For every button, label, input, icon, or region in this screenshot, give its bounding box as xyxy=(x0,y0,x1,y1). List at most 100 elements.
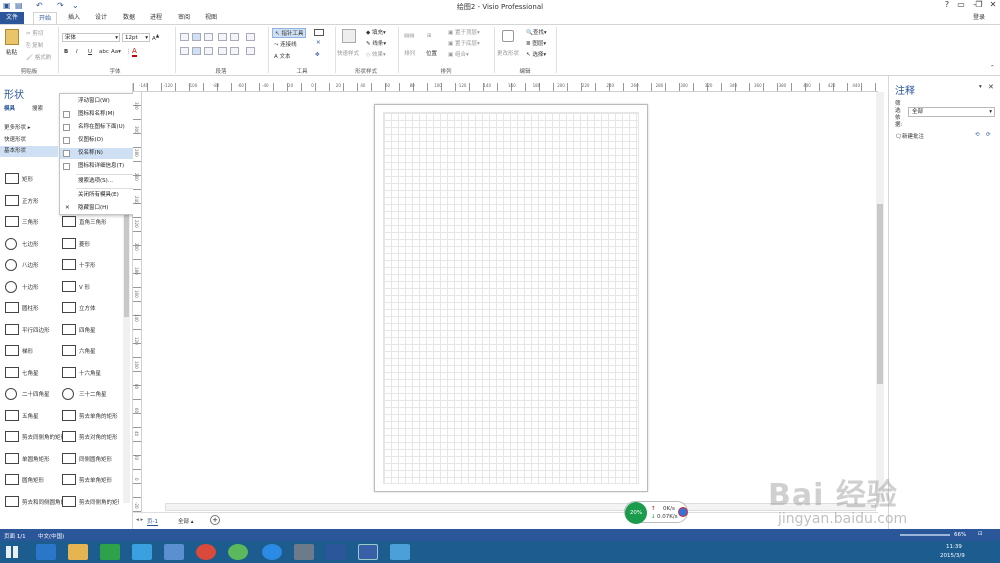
shape-icon[interactable] xyxy=(5,302,19,313)
quick-styles-button[interactable]: 快速样式 xyxy=(337,49,359,57)
justify-icon[interactable] xyxy=(218,47,227,55)
shape-icon[interactable] xyxy=(62,259,76,270)
menu-item-icon-only[interactable]: 仅图标(O) xyxy=(60,135,142,146)
effects-button[interactable]: ◇ 效果▾ xyxy=(366,50,386,58)
text-tool-button[interactable]: A 文本 xyxy=(274,52,291,60)
menu-item-name-only[interactable]: 仅名称(N) xyxy=(60,148,142,159)
increase-indent-icon[interactable] xyxy=(230,33,239,41)
menu-item-hide-window[interactable]: ✕ 隐藏窗口(H) xyxy=(60,203,142,214)
connector-button[interactable]: ⤳ 连接线 xyxy=(274,40,297,49)
tab-file[interactable]: 文件 xyxy=(0,12,24,24)
start-button-icon[interactable] xyxy=(6,546,18,558)
shape-label[interactable]: 直角三角形 xyxy=(79,218,119,226)
shape-icon[interactable] xyxy=(5,323,19,335)
align-center-icon[interactable] xyxy=(192,47,201,55)
shape-icon[interactable] xyxy=(5,474,19,485)
menu-item-search-options[interactable]: 搜索选项(S)... xyxy=(60,176,142,187)
tab-view[interactable]: 视图 xyxy=(199,12,223,24)
word-icon[interactable] xyxy=(326,544,346,560)
help-button[interactable]: ? xyxy=(940,0,954,9)
shape-icon[interactable] xyxy=(5,366,19,378)
shape-label[interactable]: 四角星 xyxy=(79,326,119,334)
group-button[interactable]: ▣ 组合▾ xyxy=(448,50,469,58)
tab-search[interactable]: 搜索 xyxy=(32,104,43,112)
paste-button[interactable]: 粘贴 xyxy=(6,48,17,56)
new-comment-button[interactable]: 🗨新建批注 xyxy=(895,132,924,140)
login-link[interactable]: 登录 xyxy=(966,12,992,24)
change-shape-icon[interactable] xyxy=(502,30,514,42)
shape-icon[interactable] xyxy=(62,280,76,292)
layers-button[interactable]: ≣ 图层▾ xyxy=(526,39,546,47)
shape-label[interactable]: 圆柱形 xyxy=(22,304,62,312)
position-button[interactable]: 位置 xyxy=(426,49,437,57)
clock-date[interactable]: 2015/3/9 xyxy=(940,553,965,559)
align-right-icon[interactable] xyxy=(204,47,213,55)
clock-time[interactable]: 11:39 xyxy=(946,544,962,550)
align-button[interactable]: 排列 xyxy=(404,49,415,57)
shape-label[interactable]: 剪去单角矩形 xyxy=(79,476,119,484)
shape-label[interactable]: 菱形 xyxy=(79,240,119,248)
pane-options-icon[interactable]: ▾ xyxy=(979,84,982,90)
shape-label[interactable]: 剪去同侧角的矩形 xyxy=(22,433,62,441)
decrease-indent-icon[interactable] xyxy=(218,33,227,41)
shape-icon[interactable] xyxy=(62,495,76,507)
shape-label[interactable]: 剪去和同侧圆角的矩形 xyxy=(22,498,62,506)
font-name-dropdown[interactable]: 宋体 ▾ xyxy=(62,33,120,42)
shape-icon[interactable] xyxy=(5,173,19,184)
shape-label[interactable]: 单圆角矩形 xyxy=(22,455,62,463)
strikethrough-icon[interactable]: abc xyxy=(99,49,109,55)
shape-icon[interactable] xyxy=(5,280,17,293)
basic-shapes-link[interactable]: 基本形状 xyxy=(0,146,58,157)
scroll-pages-icon[interactable]: ◂ ▸ xyxy=(136,517,143,523)
zoom-slider[interactable] xyxy=(900,534,950,536)
change-shape-button[interactable]: 更改形状 xyxy=(497,49,519,57)
shape-icon[interactable] xyxy=(5,259,17,271)
all-pages-button[interactable]: 全部 ▴ xyxy=(178,517,194,525)
shape-icon[interactable] xyxy=(62,452,76,464)
tab-stencils[interactable]: 模具 xyxy=(4,104,15,112)
shape-label[interactable]: 同侧圆角矩形 xyxy=(79,455,119,463)
vertical-scrollbar[interactable] xyxy=(876,92,884,502)
more-shapes-link[interactable]: 更多形状 ▸ xyxy=(4,123,31,131)
fill-button[interactable]: ◆ 填充▾ xyxy=(366,28,386,36)
shape-icon[interactable] xyxy=(62,302,76,313)
tab-insert[interactable]: 插入 xyxy=(62,12,86,24)
shapes-scrollbar[interactable] xyxy=(123,179,130,503)
shape-label[interactable]: 矩形 xyxy=(22,175,62,183)
shape-label[interactable]: 十字形 xyxy=(79,261,119,269)
ribbon-options-icon[interactable]: ▭ xyxy=(954,0,968,9)
store-icon[interactable] xyxy=(100,544,120,560)
align-bottom-icon[interactable] xyxy=(204,33,213,41)
shape-icon[interactable] xyxy=(62,323,76,335)
page-tab-1[interactable]: 页-1 xyxy=(147,517,158,526)
pointer-tool-button[interactable]: ↖ 指针工具 xyxy=(272,28,307,38)
shape-label[interactable]: 剪去同侧角的矩形 xyxy=(79,498,119,506)
shape-label[interactable]: V 形 xyxy=(79,283,119,291)
shape-label[interactable]: 圆角矩形 xyxy=(22,476,62,484)
restore-icon[interactable]: ❐ xyxy=(972,0,986,9)
underline-icon[interactable]: U xyxy=(88,49,92,55)
shape-label[interactable]: 五角星 xyxy=(22,412,62,420)
shape-label[interactable]: 三角形 xyxy=(22,218,62,226)
shape-icon[interactable] xyxy=(5,452,19,464)
find-button[interactable]: 🔍查找▾ xyxy=(526,28,547,36)
shape-icon[interactable] xyxy=(5,345,19,356)
filter-dropdown[interactable]: 全部 ▾ xyxy=(908,107,995,117)
close-tool-icon[interactable]: ✕ xyxy=(316,40,321,46)
menu-item-close-all-stencils[interactable]: 关闭所有模具(E) xyxy=(60,190,142,201)
shape-icon[interactable] xyxy=(5,388,17,400)
shape-label[interactable]: 二十四角星 xyxy=(22,390,62,398)
tab-data[interactable]: 数据 xyxy=(117,12,141,24)
tab-process[interactable]: 进程 xyxy=(144,12,168,24)
shape-icon[interactable] xyxy=(62,474,76,485)
shape-label[interactable]: 平行四边形 xyxy=(22,326,62,334)
text-effects-icon[interactable]: ⋮ xyxy=(126,49,132,55)
shape-label[interactable]: 三十二角星 xyxy=(79,390,119,398)
page-indicator[interactable]: 页面 1/1 xyxy=(4,532,26,540)
text-direction-icon[interactable] xyxy=(246,47,255,55)
close-pane-icon[interactable]: ✕ xyxy=(988,83,994,91)
tab-design[interactable]: 设计 xyxy=(89,12,113,24)
security-icon[interactable] xyxy=(228,544,248,560)
align-icon[interactable]: ▤▤ xyxy=(404,33,414,39)
language-indicator[interactable]: 中文(中国) xyxy=(38,532,64,540)
